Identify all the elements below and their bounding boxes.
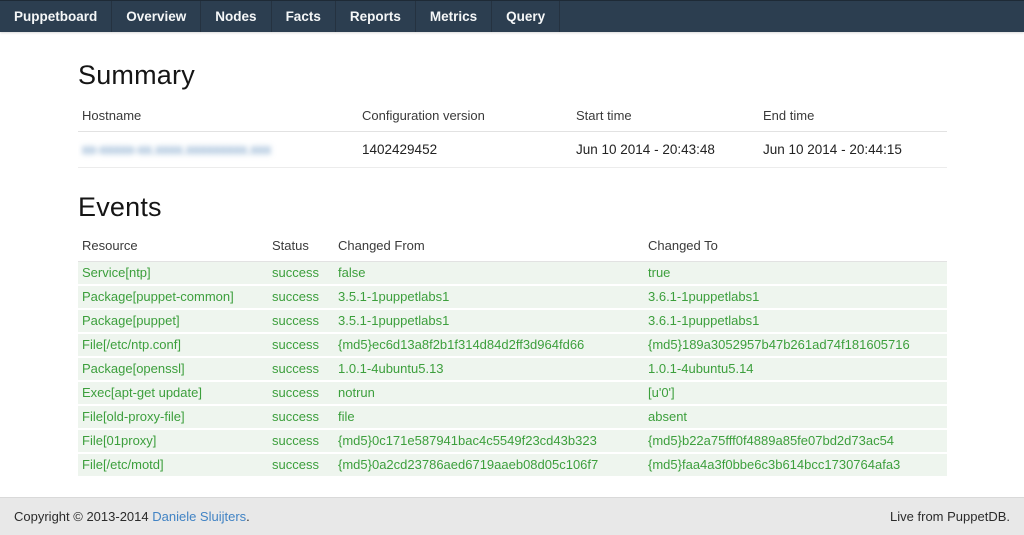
event-status: success (268, 309, 334, 333)
footer: Copyright © 2013-2014 Daniele Sluijters.… (0, 497, 1024, 535)
events-col-changed-to: Changed To (644, 231, 947, 262)
event-changed-from: file (334, 405, 644, 429)
top-navbar: Puppetboard Overview Nodes Facts Reports… (0, 0, 1024, 32)
event-row: Package[openssl] success 1.0.1-4ubuntu5.… (78, 357, 947, 381)
event-changed-from: false (334, 262, 644, 286)
event-row: File[/etc/motd] success {md5}0a2cd23786a… (78, 453, 947, 477)
nav-item-facts[interactable]: Facts (272, 1, 336, 32)
main-content: Summary Hostname Configuration version S… (78, 60, 947, 478)
event-row: Exec[apt-get update] success notrun [u'0… (78, 381, 947, 405)
events-table-body: Service[ntp] success false true Package[… (78, 262, 947, 478)
event-changed-from: notrun (334, 381, 644, 405)
footer-status: Live from PuppetDB. (890, 509, 1010, 524)
nav-item-overview[interactable]: Overview (112, 1, 201, 32)
event-row: Package[puppet-common] success 3.5.1-1pu… (78, 285, 947, 309)
event-status: success (268, 333, 334, 357)
end-time-value: Jun 10 2014 - 20:44:15 (759, 132, 947, 168)
event-resource: File[/etc/motd] (78, 453, 268, 477)
event-changed-to: true (644, 262, 947, 286)
summary-header-row: Hostname Configuration version Start tim… (78, 101, 947, 132)
configuration-version-value: 1402429452 (358, 132, 572, 168)
author-link[interactable]: Daniele Sluijters (152, 509, 246, 524)
events-col-changed-from: Changed From (334, 231, 644, 262)
hostname-link-redacted[interactable]: xx-xxxxx-xx.xxxx.xxxxxxxxx.xxx (82, 142, 271, 157)
event-status: success (268, 262, 334, 286)
event-resource: File[/etc/ntp.conf] (78, 333, 268, 357)
event-changed-to: {md5}b22a75fff0f4889a85fe07bd2d73ac54 (644, 429, 947, 453)
summary-row: xx-xxxxx-xx.xxxx.xxxxxxxxx.xxx 140242945… (78, 132, 947, 168)
event-changed-to: 1.0.1-4ubuntu5.14 (644, 357, 947, 381)
copyright-text-prefix: Copyright © 2013-2014 (14, 509, 152, 524)
event-resource: File[01proxy] (78, 429, 268, 453)
event-changed-to: {md5}faa4a3f0bbe6c3b614bcc1730764afa3 (644, 453, 947, 477)
event-resource: Package[puppet-common] (78, 285, 268, 309)
event-row: File[/etc/ntp.conf] success {md5}ec6d13a… (78, 333, 947, 357)
event-resource: Package[openssl] (78, 357, 268, 381)
event-row: Service[ntp] success false true (78, 262, 947, 286)
event-changed-from: 3.5.1-1puppetlabs1 (334, 285, 644, 309)
summary-heading: Summary (78, 60, 947, 91)
summary-table: Hostname Configuration version Start tim… (78, 101, 947, 168)
nav-item-query[interactable]: Query (492, 1, 560, 32)
footer-copyright: Copyright © 2013-2014 Daniele Sluijters. (14, 509, 250, 524)
event-row: Package[puppet] success 3.5.1-1puppetlab… (78, 309, 947, 333)
start-time-value: Jun 10 2014 - 20:43:48 (572, 132, 759, 168)
event-changed-from: {md5}0a2cd23786aed6719aaeb08d05c106f7 (334, 453, 644, 477)
event-changed-to: absent (644, 405, 947, 429)
event-changed-from: {md5}0c171e587941bac4c5549f23cd43b323 (334, 429, 644, 453)
copyright-text-suffix: . (246, 509, 250, 524)
event-changed-to: [u'0'] (644, 381, 947, 405)
events-table: Resource Status Changed From Changed To … (78, 231, 947, 478)
event-status: success (268, 405, 334, 429)
event-changed-to: 3.6.1-1puppetlabs1 (644, 309, 947, 333)
events-header-row: Resource Status Changed From Changed To (78, 231, 947, 262)
event-status: success (268, 357, 334, 381)
nav-item-reports[interactable]: Reports (336, 1, 416, 32)
summary-col-hostname: Hostname (78, 101, 358, 132)
event-changed-to: 3.6.1-1puppetlabs1 (644, 285, 947, 309)
summary-col-end-time: End time (759, 101, 947, 132)
events-heading: Events (78, 192, 947, 223)
event-changed-to: {md5}189a3052957b47b261ad74f181605716 (644, 333, 947, 357)
event-status: success (268, 285, 334, 309)
nav-brand-puppetboard[interactable]: Puppetboard (0, 1, 112, 32)
event-row: File[01proxy] success {md5}0c171e587941b… (78, 429, 947, 453)
event-status: success (268, 381, 334, 405)
events-col-status: Status (268, 231, 334, 262)
event-resource: File[old-proxy-file] (78, 405, 268, 429)
event-row: File[old-proxy-file] success file absent (78, 405, 947, 429)
summary-col-start-time: Start time (572, 101, 759, 132)
summary-col-configuration-version: Configuration version (358, 101, 572, 132)
nav-item-metrics[interactable]: Metrics (416, 1, 492, 32)
event-status: success (268, 429, 334, 453)
event-resource: Package[puppet] (78, 309, 268, 333)
events-col-resource: Resource (78, 231, 268, 262)
event-changed-from: 3.5.1-1puppetlabs1 (334, 309, 644, 333)
event-status: success (268, 453, 334, 477)
event-changed-from: {md5}ec6d13a8f2b1f314d84d2ff3d964fd66 (334, 333, 644, 357)
nav-item-nodes[interactable]: Nodes (201, 1, 271, 32)
event-resource: Service[ntp] (78, 262, 268, 286)
event-resource: Exec[apt-get update] (78, 381, 268, 405)
event-changed-from: 1.0.1-4ubuntu5.13 (334, 357, 644, 381)
